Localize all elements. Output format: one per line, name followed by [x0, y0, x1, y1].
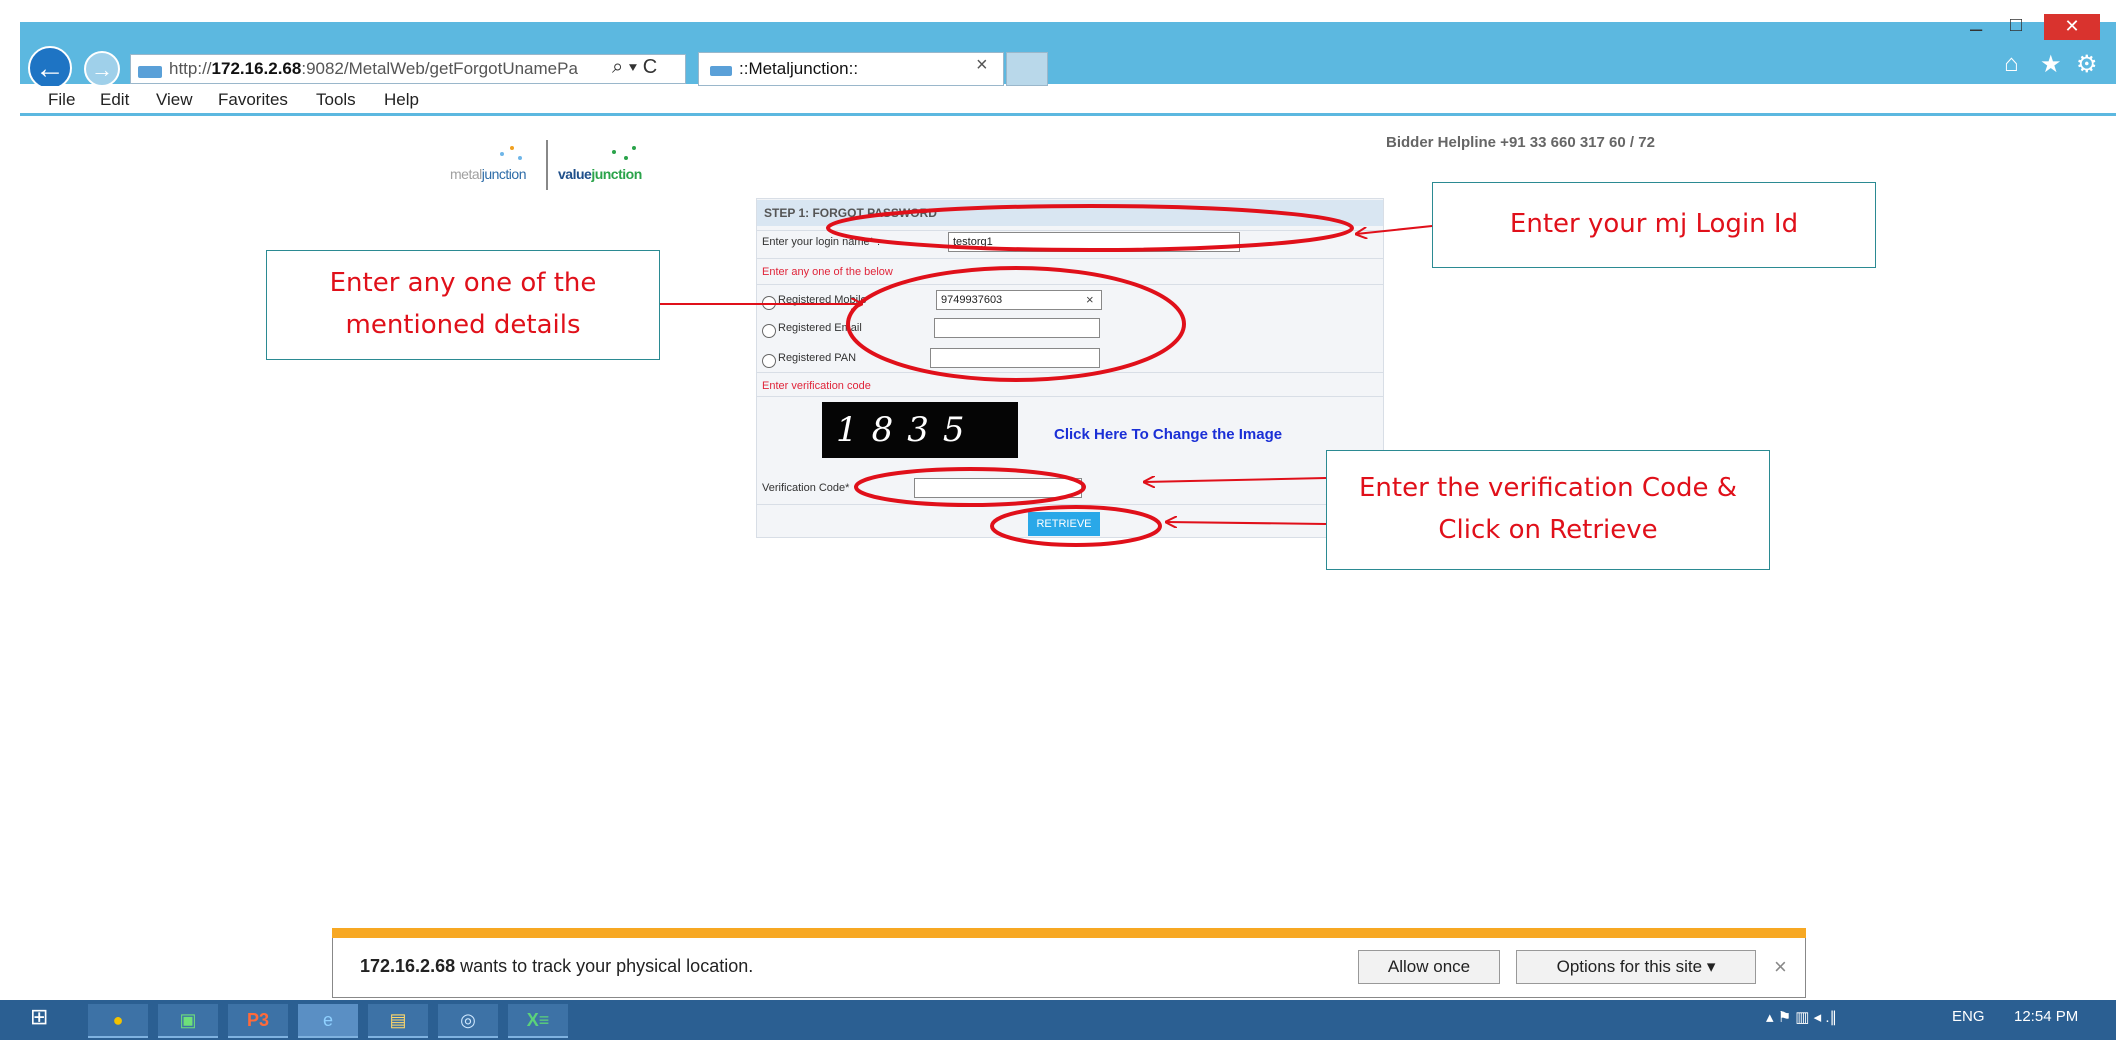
- row-divider: [757, 284, 1383, 285]
- notification-text: wants to track your physical location.: [455, 956, 754, 976]
- any-one-heading: Enter any one of the below: [762, 266, 893, 278]
- pan-input[interactable]: [930, 348, 1100, 368]
- tab-metaljunction[interactable]: ::Metaljunction::: [698, 52, 1004, 86]
- callout-details: Enter any one of the mentioned details: [266, 250, 660, 360]
- menu-file[interactable]: File: [48, 90, 75, 110]
- retrieve-button[interactable]: RETRIEVE: [1028, 512, 1100, 536]
- ie2-taskbar-icon[interactable]: ◎: [438, 1004, 498, 1038]
- logo-metal-text: metal: [450, 166, 482, 182]
- change-image-link[interactable]: Click Here To Change the Image: [1054, 426, 1282, 443]
- logo-junction-text: junction: [481, 166, 527, 182]
- email-radio[interactable]: [762, 324, 776, 338]
- maximize-icon[interactable]: □: [2010, 14, 2022, 37]
- url-prefix: http://: [169, 59, 212, 78]
- callout-verification: Enter the verification Code & Click on R…: [1326, 450, 1770, 570]
- url-rest: :9082/MetalWeb/getForgotUnamePa: [301, 59, 578, 78]
- callout-verify-line2: Click on Retrieve: [1438, 515, 1658, 545]
- notification-host: 172.16.2.68: [360, 956, 456, 976]
- row-divider: [757, 504, 1383, 505]
- options-for-site-button[interactable]: Options for this site ▾: [1516, 950, 1756, 984]
- logo-dot-icon: [510, 146, 514, 150]
- menu-favorites[interactable]: Favorites: [218, 90, 288, 110]
- chrome-taskbar-icon[interactable]: ●: [88, 1004, 148, 1038]
- logo-dot-icon: [612, 150, 616, 154]
- settings-gear-icon[interactable]: ⚙: [2076, 50, 2098, 79]
- url-host: 172.16.2.68: [211, 59, 302, 78]
- row-divider: [757, 372, 1383, 373]
- menu-tools[interactable]: Tools: [316, 90, 356, 110]
- address-bar[interactable]: http://172.16.2.68:9082/MetalWeb/getForg…: [130, 54, 686, 84]
- bidder-helpline: Bidder Helpline +91 33 660 317 60 / 72: [1386, 134, 1655, 151]
- logo-divider: [546, 140, 548, 190]
- tab-close-icon[interactable]: ×: [976, 54, 988, 77]
- powerpoint-taskbar-icon[interactable]: P3: [228, 1004, 288, 1038]
- forward-button[interactable]: →: [84, 51, 120, 87]
- form-title: STEP 1: FORGOT PASSWORD: [764, 206, 937, 220]
- login-name-input[interactable]: testorg1: [948, 232, 1240, 252]
- verification-code-input[interactable]: [914, 478, 1082, 498]
- logo-dot-icon: [500, 152, 504, 156]
- notification-accent: [332, 928, 1806, 938]
- window-close-button[interactable]: ✕: [2044, 14, 2100, 40]
- mobile-label: Registered Mobile: [778, 294, 867, 306]
- verification-heading: Enter verification code: [762, 380, 871, 392]
- clock[interactable]: 12:54 PM: [2014, 1008, 2078, 1025]
- system-tray-icons[interactable]: ▴ ⚑ ▥ ◂ .∥: [1766, 1008, 1837, 1026]
- excel-taskbar-icon[interactable]: X≡: [508, 1004, 568, 1038]
- email-label: Registered Email: [778, 322, 862, 334]
- pan-radio[interactable]: [762, 354, 776, 368]
- valuejunction-logo[interactable]: valuejunction: [558, 166, 642, 182]
- callout-details-line1: Enter any one of the: [329, 268, 597, 299]
- menu-help[interactable]: Help: [384, 90, 419, 110]
- menu-edit[interactable]: Edit: [100, 90, 129, 110]
- callout-verify-line1: Enter the verification Code &: [1358, 473, 1738, 504]
- metaljunction-logo[interactable]: metaljunction: [450, 166, 527, 182]
- logo-value-text: value: [558, 166, 592, 182]
- email-input[interactable]: [934, 318, 1100, 338]
- favorites-star-icon[interactable]: ★: [2040, 50, 2062, 79]
- language-indicator[interactable]: ENG: [1952, 1008, 1985, 1025]
- row-divider: [757, 396, 1383, 397]
- mobile-input[interactable]: 9749937603: [936, 290, 1102, 310]
- callout-details-line2: mentioned details: [345, 310, 581, 340]
- row-divider: [757, 230, 1383, 231]
- notification-message: 172.16.2.68 wants to track your physical…: [360, 956, 753, 977]
- menu-view[interactable]: View: [156, 90, 193, 110]
- logo-value-junction-text: junction: [591, 166, 642, 182]
- pan-label: Registered PAN: [778, 352, 857, 364]
- notification-close-icon[interactable]: ×: [1774, 954, 1787, 980]
- logo-dot-icon: [632, 146, 636, 150]
- home-icon[interactable]: ⌂: [2004, 50, 2019, 78]
- search-refresh-icons[interactable]: ⌕ ▾ C: [612, 56, 657, 79]
- logo-dot-icon: [624, 156, 628, 160]
- clear-input-icon[interactable]: ×: [1086, 292, 1094, 307]
- allow-once-button[interactable]: Allow once: [1358, 950, 1500, 984]
- captcha-image: 1835: [822, 402, 1018, 458]
- back-button[interactable]: ←: [28, 46, 72, 90]
- site-favicon-icon: [138, 66, 162, 78]
- new-tab-button[interactable]: [1006, 52, 1048, 86]
- logo-dot-icon: [518, 156, 522, 160]
- login-name-label: Enter your login name* :: [762, 236, 881, 248]
- start-icon[interactable]: ⊞: [30, 1004, 48, 1030]
- tab-favicon-icon: [710, 66, 732, 76]
- app-taskbar-icon[interactable]: ▣: [158, 1004, 218, 1038]
- minimize-icon[interactable]: –: [1970, 16, 1982, 42]
- explorer-taskbar-icon[interactable]: ▤: [368, 1004, 428, 1038]
- ie-taskbar-icon[interactable]: e: [298, 1004, 358, 1038]
- callout-login-id: Enter your mj Login Id: [1432, 182, 1876, 268]
- row-divider: [757, 258, 1383, 259]
- mobile-radio[interactable]: [762, 296, 776, 310]
- verification-code-label: Verification Code*: [762, 482, 850, 494]
